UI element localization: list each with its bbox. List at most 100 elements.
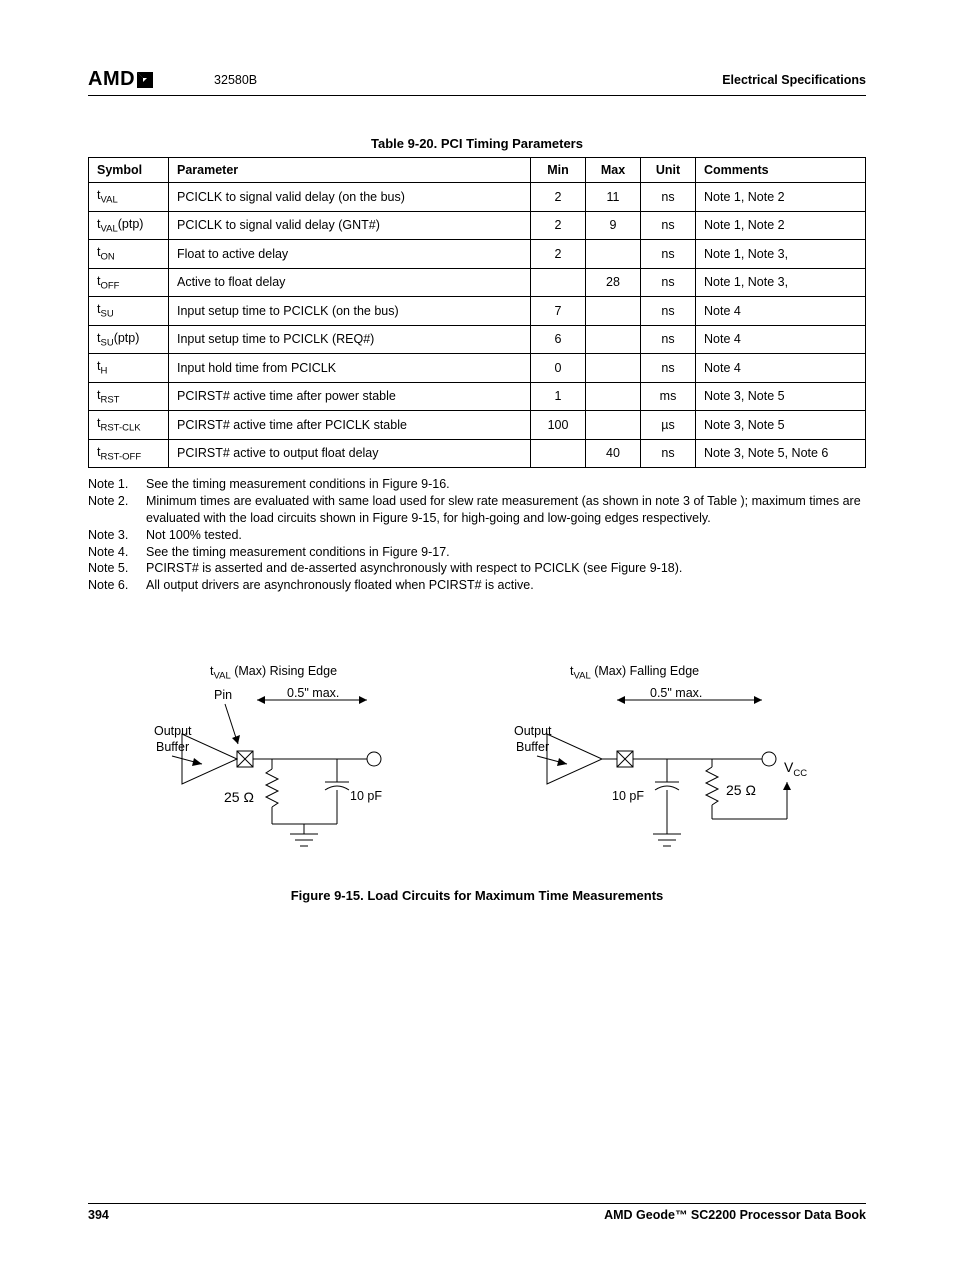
table-row: tSU(ptp)Input setup time to PCICLK (REQ#… [89,325,866,354]
doc-code: 32580B [214,73,257,87]
th-comments: Comments [696,158,866,183]
cell-unit: ns [641,297,696,326]
cell-max: 28 [586,268,641,297]
note-row: Note 5.PCIRST# is asserted and de-assert… [88,560,866,577]
table-header-row: Symbol Parameter Min Max Unit Comments [89,158,866,183]
cell-parameter: Input setup time to PCICLK (REQ#) [169,325,531,354]
cell-min: 2 [531,211,586,240]
page-number: 394 [88,1208,109,1222]
cell-max [586,325,641,354]
diagram-right: tVAL (Max) Falling Edge 0.5" max. Output… [492,664,842,874]
cell-parameter: Active to float delay [169,268,531,297]
left-dist-label: 0.5" max. [287,686,339,700]
left-resistor-label: 25 Ω [224,789,254,805]
notes-block: Note 1.See the timing measurement condit… [88,476,866,594]
cell-symbol: tRST [89,382,169,411]
cell-comments: Note 4 [696,297,866,326]
page-footer: 394 AMD Geode™ SC2200 Processor Data Boo… [88,1203,866,1222]
cell-min: 6 [531,325,586,354]
cell-min: 2 [531,240,586,269]
table-row: tHInput hold time from PCICLK0nsNote 4 [89,354,866,383]
th-max: Max [586,158,641,183]
cell-comments: Note 4 [696,354,866,383]
cell-parameter: Float to active delay [169,240,531,269]
left-cap-label: 10 pF [350,789,382,803]
right-output-label: Output [514,724,552,738]
table-row: tONFloat to active delay2 nsNote 1, Note … [89,240,866,269]
cell-comments: Note 3, Note 5 [696,411,866,440]
cell-unit: µs [641,411,696,440]
cell-unit: ns [641,240,696,269]
right-cap-label: 10 pF [612,789,644,803]
cell-symbol: tSU(ptp) [89,325,169,354]
right-dist-label: 0.5" max. [650,686,702,700]
note-label: Note 4. [88,544,146,561]
cell-comments: Note 1, Note 3, [696,240,866,269]
cell-min [531,439,586,468]
cell-parameter: PCIRST# active to output float delay [169,439,531,468]
table-row: tOFFActive to float delay28nsNote 1, Not… [89,268,866,297]
right-resistor-label: 25 Ω [726,782,756,798]
note-label: Note 1. [88,476,146,493]
cell-unit: ns [641,354,696,383]
cell-unit: ns [641,439,696,468]
cell-max [586,382,641,411]
table-row: tRST-CLKPCIRST# active time after PCICLK… [89,411,866,440]
cell-comments: Note 4 [696,325,866,354]
cell-comments: Note 3, Note 5, Note 6 [696,439,866,468]
left-output-label: Output [154,724,192,738]
cell-parameter: PCIRST# active time after power stable [169,382,531,411]
note-row: Note 2.Minimum times are evaluated with … [88,493,866,527]
table-caption: Table 9-20. PCI Timing Parameters [88,136,866,151]
cell-min: 1 [531,382,586,411]
cell-symbol: tRST-CLK [89,411,169,440]
cell-symbol: tOFF [89,268,169,297]
th-parameter: Parameter [169,158,531,183]
cell-unit: ns [641,211,696,240]
note-row: Note 4.See the timing measurement condit… [88,544,866,561]
table-row: tVAL(ptp)PCICLK to signal valid delay (G… [89,211,866,240]
note-text: All output drivers are asynchronously fl… [146,577,866,594]
cell-comments: Note 3, Note 5 [696,382,866,411]
cell-max [586,240,641,269]
page-header: AMD 32580B Electrical Specifications [88,68,866,96]
cell-min: 100 [531,411,586,440]
th-min: Min [531,158,586,183]
cell-symbol: tON [89,240,169,269]
diagrams-row: tVAL (Max) Rising Edge Pin 0.5" max. Out… [88,664,866,874]
cell-unit: ns [641,325,696,354]
note-row: Note 3.Not 100% tested. [88,527,866,544]
cell-parameter: Input hold time from PCICLK [169,354,531,383]
cell-comments: Note 1, Note 3, [696,268,866,297]
header-left: AMD 32580B [88,68,257,91]
logo-text: AMD [88,68,135,91]
cell-max: 11 [586,183,641,212]
note-row: Note 6.All output drivers are asynchrono… [88,577,866,594]
cell-symbol: tSU [89,297,169,326]
amd-arrow-icon [136,71,154,89]
table-row: tSUInput setup time to PCICLK (on the bu… [89,297,866,326]
cell-max [586,354,641,383]
cell-max: 9 [586,211,641,240]
table-row: tRST-OFFPCIRST# active to output float d… [89,439,866,468]
th-symbol: Symbol [89,158,169,183]
left-buffer-label: Buffer [156,740,189,754]
cell-parameter: PCICLK to signal valid delay (on the bus… [169,183,531,212]
left-title: tVAL (Max) Rising Edge [210,664,337,682]
note-text: Minimum times are evaluated with same lo… [146,493,866,527]
note-label: Note 2. [88,493,146,527]
cell-symbol: tVAL [89,183,169,212]
cell-symbol: tVAL(ptp) [89,211,169,240]
cell-unit: ms [641,382,696,411]
note-label: Note 6. [88,577,146,594]
cell-symbol: tRST-OFF [89,439,169,468]
cell-parameter: PCICLK to signal valid delay (GNT#) [169,211,531,240]
cell-min: 0 [531,354,586,383]
table-row: tRSTPCIRST# active time after power stab… [89,382,866,411]
amd-logo: AMD [88,68,154,91]
cell-max: 40 [586,439,641,468]
section-title: Electrical Specifications [722,73,866,87]
note-text: PCIRST# is asserted and de-asserted asyn… [146,560,866,577]
table-body: tVALPCICLK to signal valid delay (on the… [89,183,866,468]
cell-comments: Note 1, Note 2 [696,211,866,240]
